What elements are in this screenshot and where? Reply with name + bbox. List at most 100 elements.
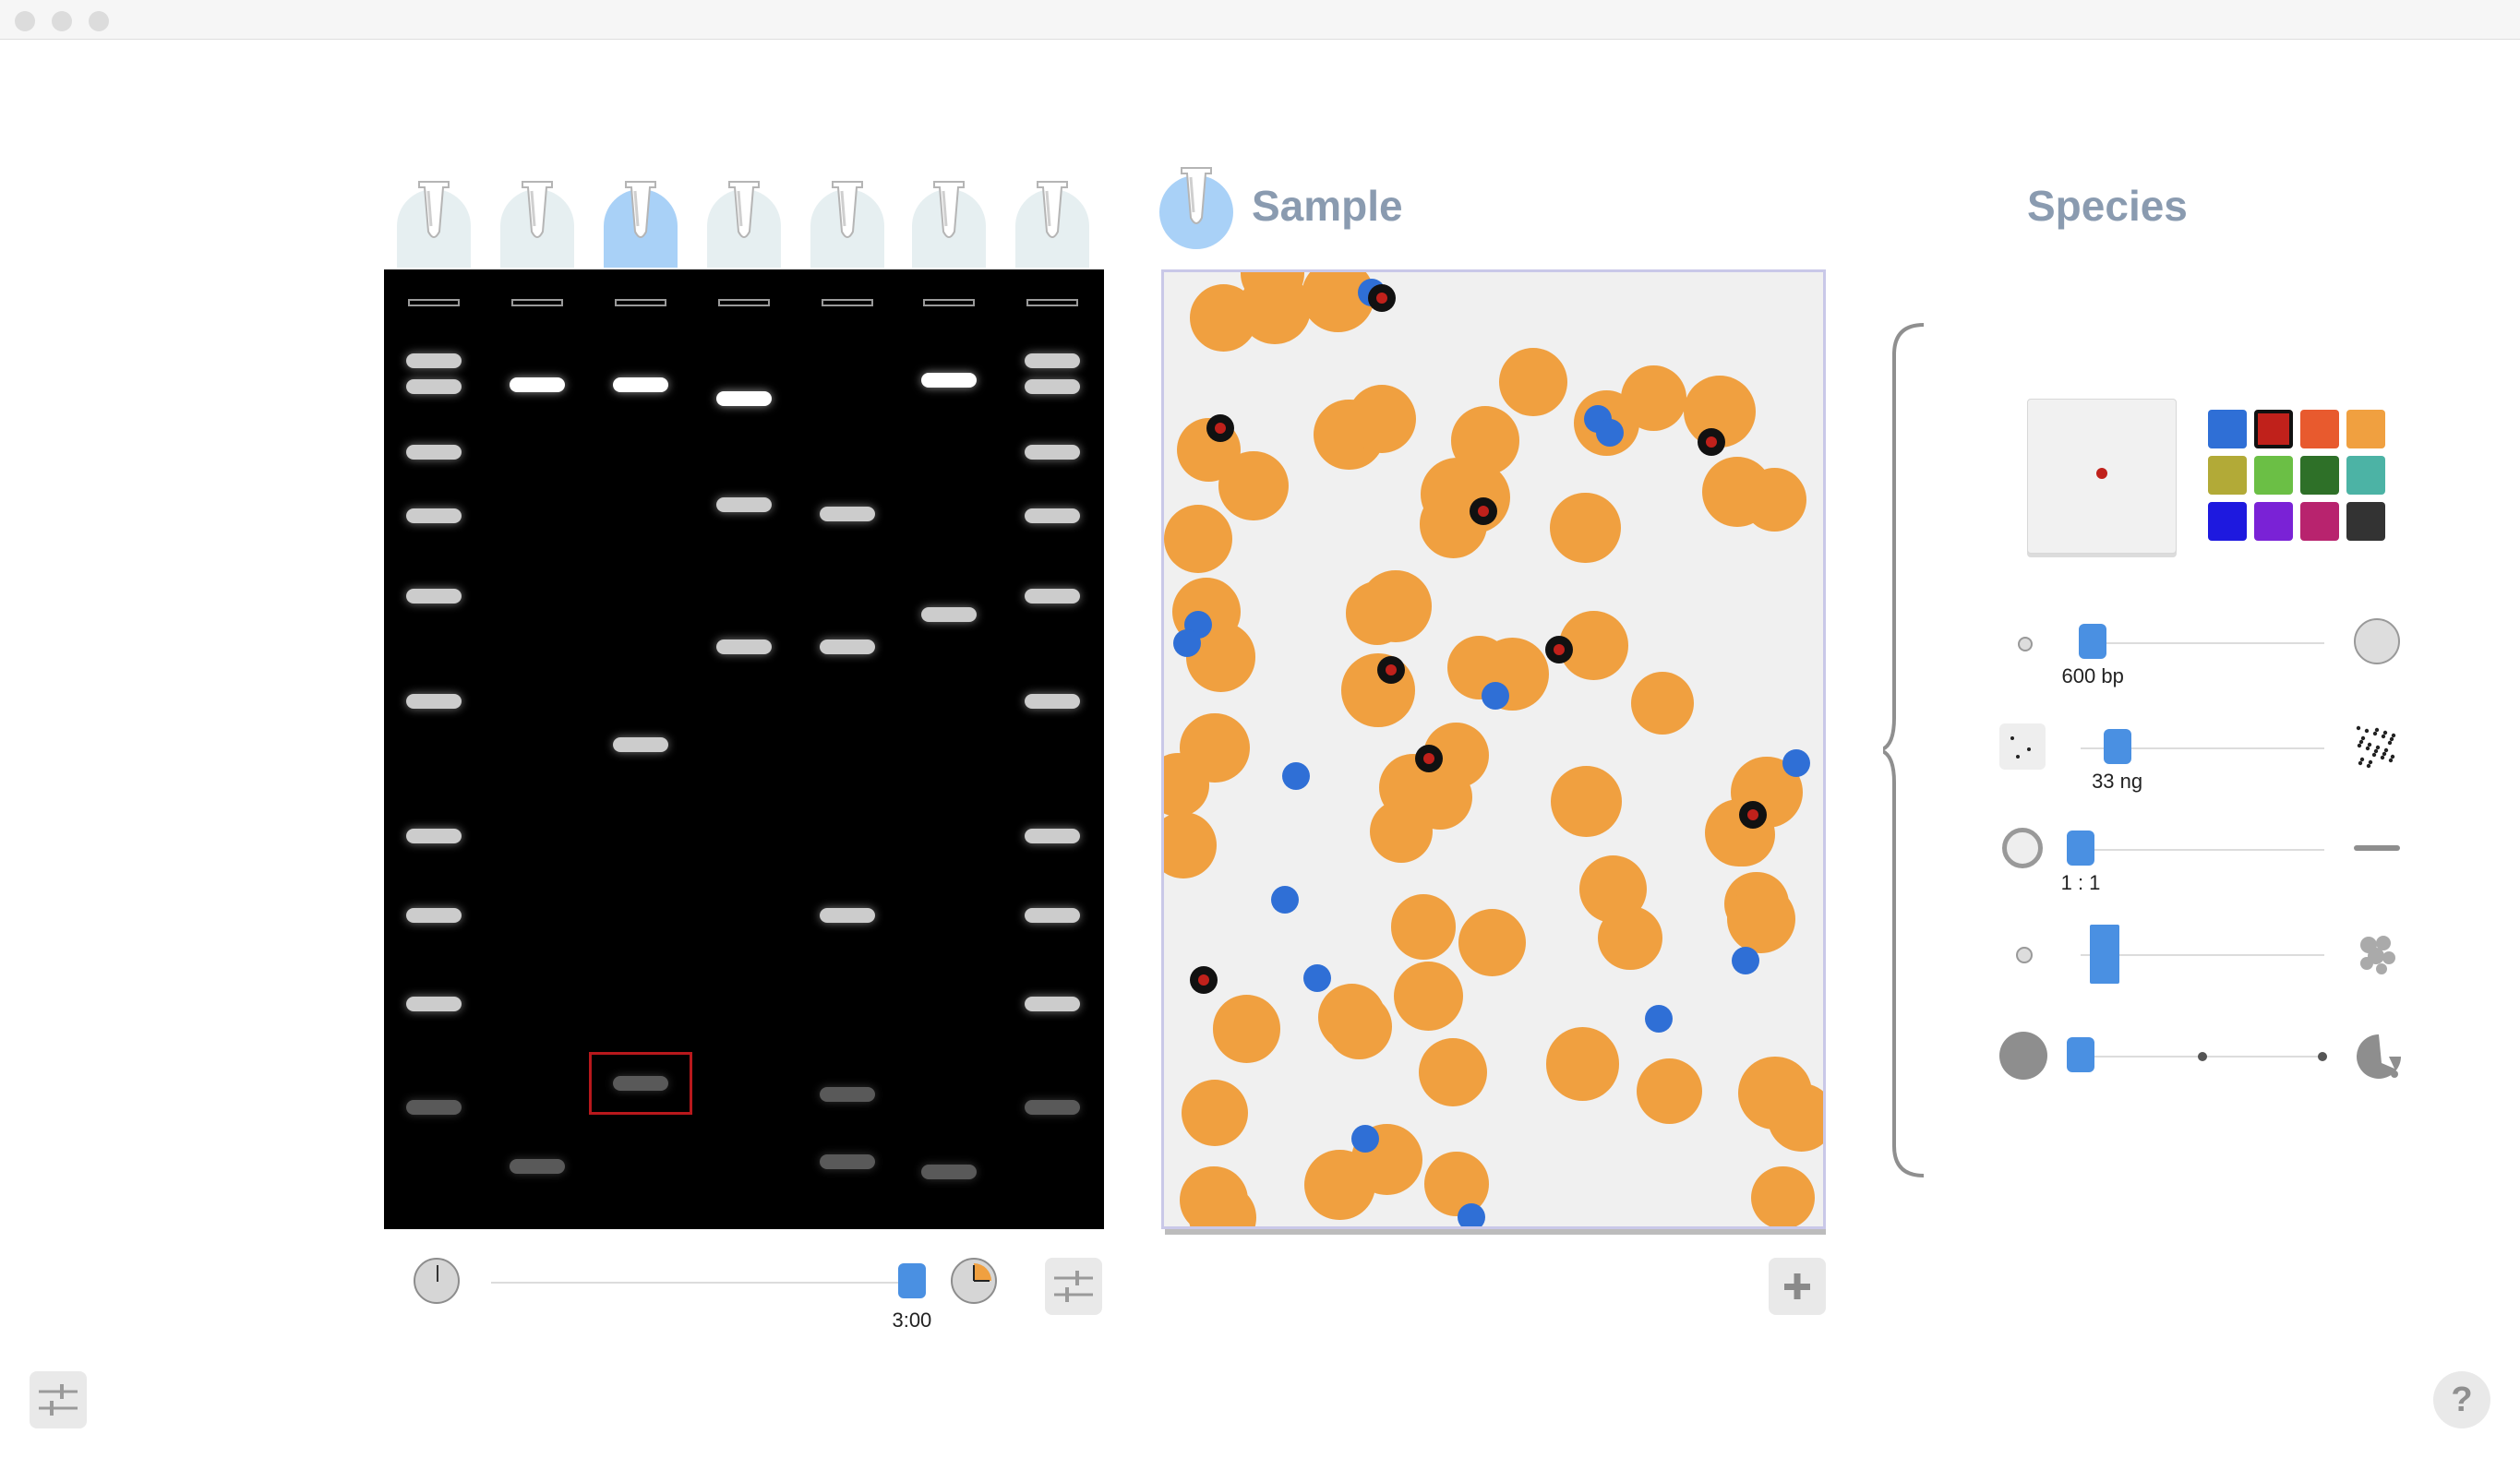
cluster-icon <box>2354 930 2400 981</box>
size-slider-track[interactable] <box>2081 642 2324 644</box>
lane-tab-2[interactable] <box>500 181 574 268</box>
zoom-window-button[interactable] <box>89 11 109 31</box>
gel-band[interactable] <box>1025 1099 1080 1115</box>
gel-band[interactable] <box>613 736 668 752</box>
color-swatch[interactable] <box>2254 502 2293 541</box>
gel-band[interactable] <box>921 1164 977 1179</box>
sliders-icon <box>1054 1271 1093 1302</box>
clock-start-icon[interactable] <box>414 1258 460 1304</box>
app-settings-button[interactable] <box>30 1371 87 1428</box>
gel-band[interactable] <box>1025 694 1080 709</box>
lane-tab-5[interactable] <box>810 181 884 268</box>
time-slider-thumb[interactable] <box>897 1263 926 1298</box>
color-swatch[interactable] <box>2300 456 2339 495</box>
lane-tab-4[interactable] <box>707 181 781 268</box>
orange-particle <box>1326 994 1392 1059</box>
gel-band[interactable] <box>820 1154 875 1170</box>
gel-band[interactable] <box>1025 996 1080 1011</box>
size-slider-thumb[interactable] <box>2079 624 2107 659</box>
shape-slider-thumb[interactable] <box>2067 831 2094 866</box>
concentration-slider-thumb[interactable] <box>2103 729 2131 764</box>
lane-tab-7[interactable] <box>1015 181 1089 268</box>
tube-icon <box>1181 167 1212 224</box>
gel-well <box>408 299 460 306</box>
lane-tab-6[interactable] <box>912 181 986 268</box>
color-swatch[interactable] <box>2208 410 2247 448</box>
gel-band[interactable] <box>510 376 565 392</box>
minimize-window-button[interactable] <box>52 11 72 31</box>
sample-title: Sample <box>1252 182 1403 230</box>
species-title: Species <box>2027 182 2188 230</box>
orange-particle <box>1636 1058 1702 1125</box>
gel-band[interactable] <box>820 507 875 522</box>
gel-band[interactable] <box>510 1159 565 1175</box>
gel-band[interactable] <box>716 639 772 654</box>
gel-band[interactable] <box>1025 588 1080 604</box>
gel-band[interactable] <box>1025 907 1080 923</box>
color-swatch[interactable] <box>2208 456 2247 495</box>
gel-band[interactable] <box>1025 828 1080 843</box>
lane-tab-3[interactable] <box>604 181 678 268</box>
gel-band[interactable] <box>716 496 772 512</box>
color-swatch[interactable] <box>2346 456 2385 495</box>
gel-band[interactable] <box>820 1087 875 1103</box>
gel-band[interactable] <box>921 372 977 388</box>
gel-band[interactable] <box>406 378 462 394</box>
gel-band[interactable] <box>406 1099 462 1115</box>
gel-band[interactable] <box>820 907 875 923</box>
orange-particle <box>1164 811 1217 878</box>
gel-band[interactable] <box>820 639 875 654</box>
gel-band[interactable] <box>716 391 772 407</box>
gel-band[interactable] <box>406 353 462 368</box>
filled-circle-icon <box>1999 1032 2047 1080</box>
orange-particle <box>1701 456 1772 527</box>
gel-band[interactable] <box>1025 378 1080 394</box>
gel-band[interactable] <box>406 588 462 604</box>
gel-band[interactable] <box>1025 444 1080 460</box>
add-species-button[interactable] <box>1769 1258 1826 1315</box>
color-swatch[interactable] <box>2300 502 2339 541</box>
gel-band[interactable] <box>406 996 462 1011</box>
color-swatch[interactable] <box>2346 410 2385 448</box>
color-swatch[interactable] <box>2208 502 2247 541</box>
gel-band[interactable] <box>406 508 462 524</box>
color-swatch[interactable] <box>2300 410 2339 448</box>
orange-particle <box>1345 581 1410 645</box>
degradation-slider-thumb[interactable] <box>2067 1037 2094 1072</box>
blue-particle <box>1271 885 1300 914</box>
gel-canvas[interactable] <box>384 269 1104 1229</box>
orange-particle <box>1550 492 1621 564</box>
shape-slider-track[interactable] <box>2081 849 2324 851</box>
color-swatch[interactable] <box>2346 502 2385 541</box>
concentration-value-label: 33 ng <box>2092 770 2143 793</box>
gel-band[interactable] <box>406 828 462 843</box>
time-slider-track[interactable] <box>491 1282 925 1284</box>
slider-tick <box>2318 1052 2327 1061</box>
species-preview-icon <box>2027 399 2177 554</box>
sample-view[interactable] <box>1161 269 1826 1229</box>
gel-band[interactable] <box>921 607 977 623</box>
color-swatch[interactable] <box>2254 456 2293 495</box>
aggregation-slider-thumb[interactable] <box>2090 925 2120 984</box>
gel-band[interactable] <box>1025 508 1080 524</box>
gel-band[interactable] <box>613 376 668 392</box>
gel-band[interactable] <box>406 694 462 709</box>
orange-particle <box>1727 884 1796 953</box>
orange-particle <box>1630 671 1695 735</box>
gel-band[interactable] <box>1025 353 1080 368</box>
orange-particle <box>1164 505 1233 574</box>
orange-particle <box>1751 1165 1815 1226</box>
gel-well <box>1026 299 1078 306</box>
orange-particle <box>1550 765 1622 837</box>
gel-band[interactable] <box>406 907 462 923</box>
close-window-button[interactable] <box>15 11 35 31</box>
help-button[interactable]: ? <box>2433 1371 2490 1428</box>
clock-end-icon[interactable] <box>951 1258 997 1304</box>
gel-settings-button[interactable] <box>1045 1258 1102 1315</box>
color-swatch[interactable] <box>2254 410 2293 448</box>
tube-icon <box>625 181 656 238</box>
gel-well <box>615 299 666 306</box>
lane-tab-1[interactable] <box>397 181 471 268</box>
gel-band[interactable] <box>406 444 462 460</box>
gel-well <box>822 299 873 306</box>
